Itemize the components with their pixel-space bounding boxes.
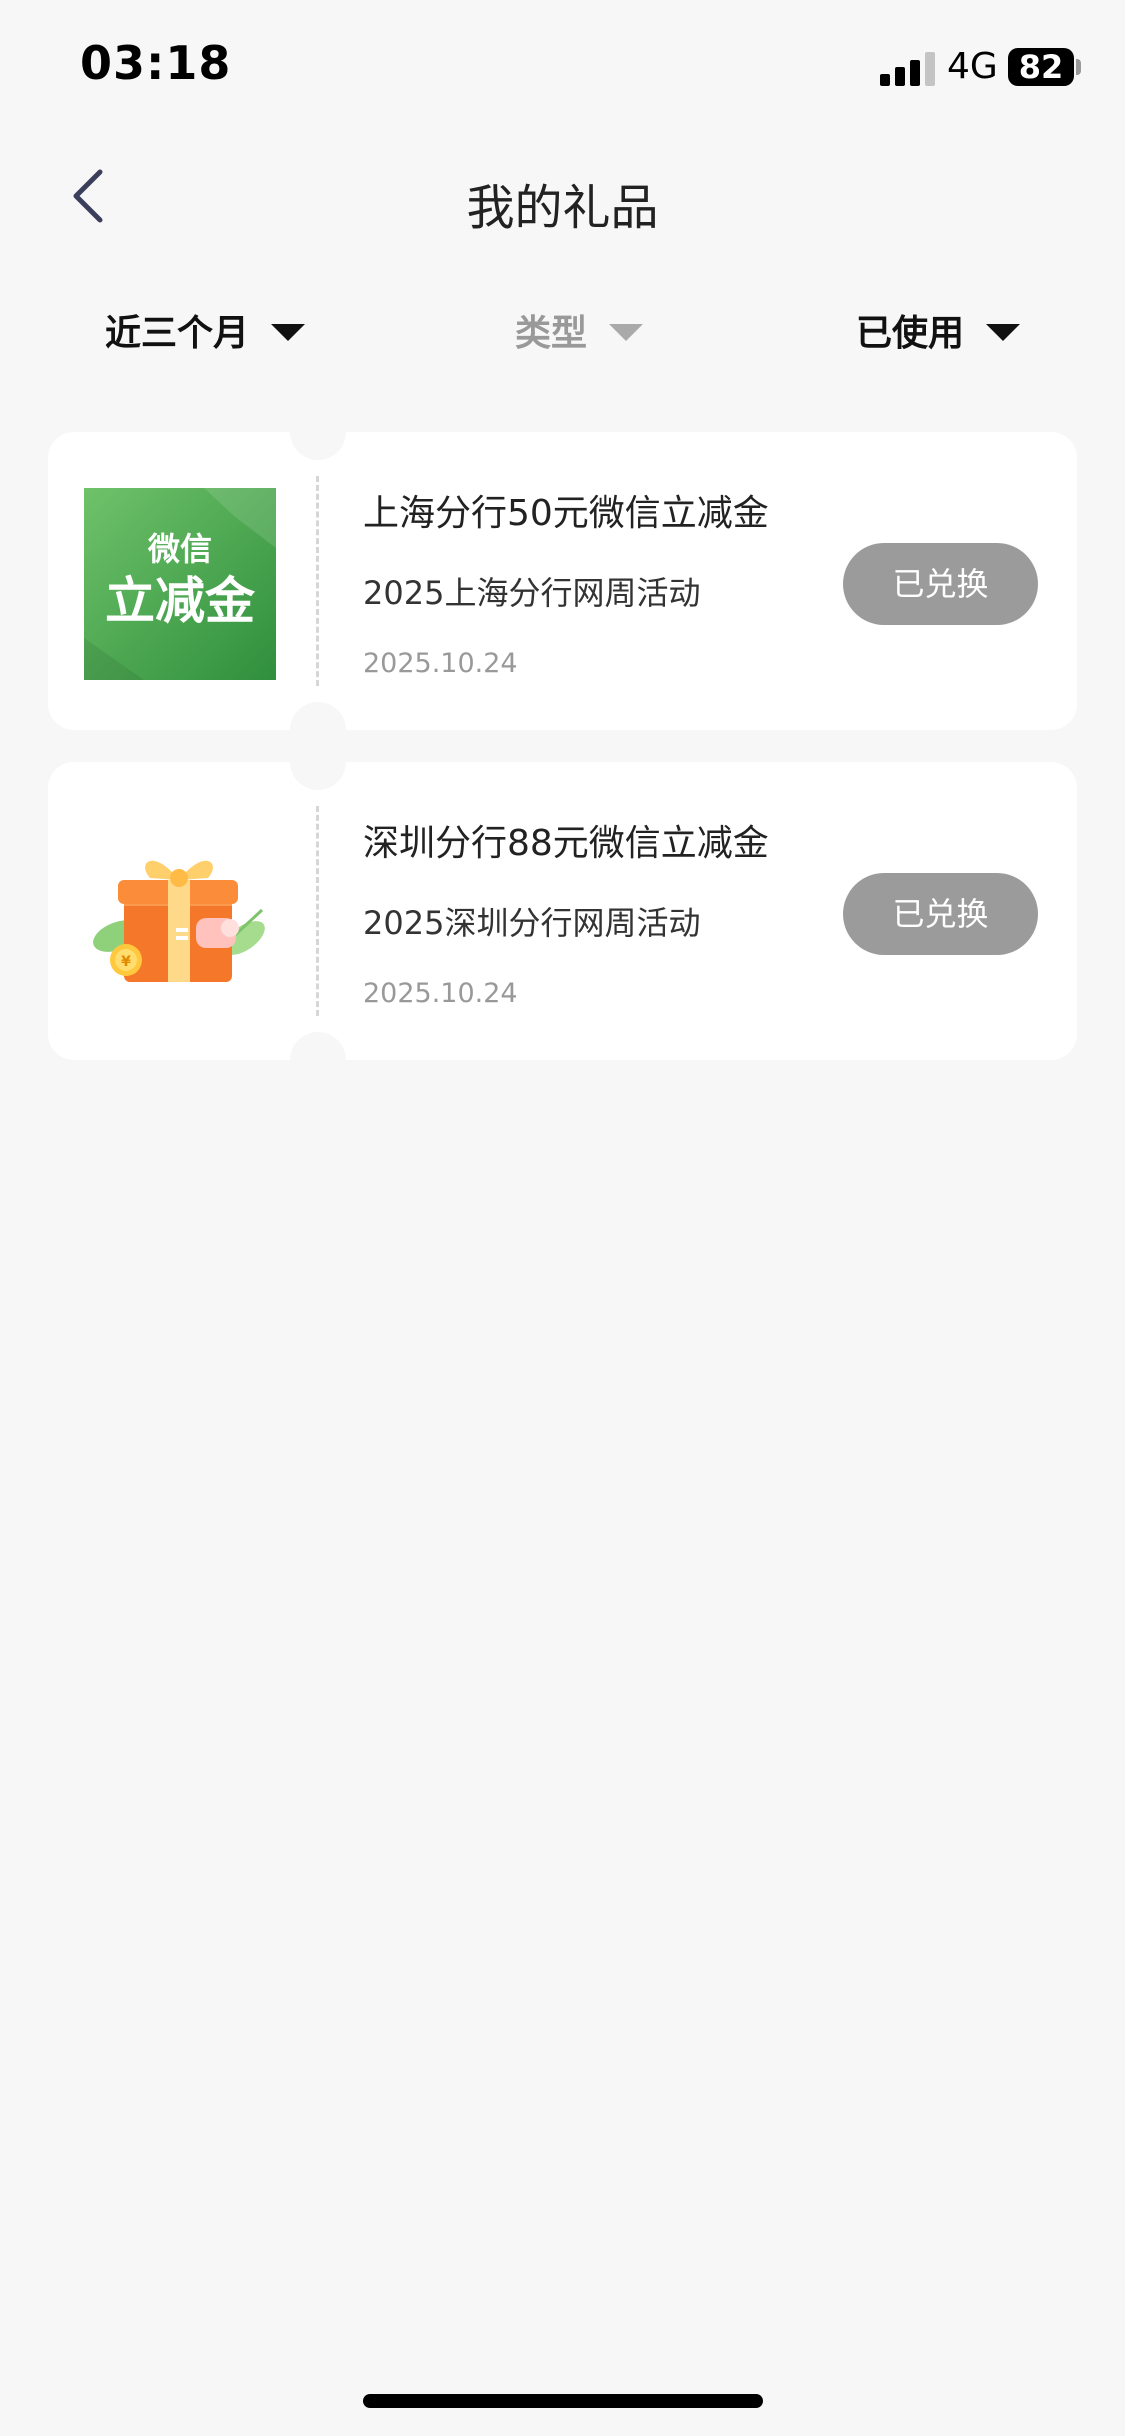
svg-text:¥: ¥ [121,954,131,970]
ticket-divider [316,806,319,1016]
redeemed-button[interactable]: 已兑换 [843,543,1038,625]
filter-time-range-label: 近三个月 [105,313,250,354]
caret-down-icon [986,323,1021,341]
battery-tip [1076,59,1081,75]
gift-card[interactable]: 微信 立减金 上海分行50元微信立减金 2025上海分行网周活动 2025.10… [48,404,1077,758]
redeemed-button[interactable]: 已兑换 [843,873,1038,955]
gift-card[interactable]: ¥ 深圳分行88元微信立减金 2025深圳分行网周活动 2025.10.24 已… [48,734,1077,1088]
ticket-divider [316,476,319,686]
status-time: 03:18 [80,36,232,90]
caret-down-icon [609,323,644,341]
filter-type[interactable]: 类型 [515,300,644,360]
gift-name: 上海分行50元微信立减金 [363,493,769,534]
home-indicator[interactable] [363,2394,763,2408]
ticket-notch [290,734,346,790]
gift-activity: 2025深圳分行网周活动 [363,904,701,942]
gift-box-icon: ¥ [93,860,265,982]
gift-activity: 2025上海分行网周活动 [363,574,701,612]
gift-date: 2025.10.24 [363,648,518,679]
filter-time-range[interactable]: 近三个月 [105,300,306,360]
filter-type-label: 类型 [515,313,588,354]
signal-bars-icon [880,52,935,86]
caret-down-icon [271,323,306,341]
filter-status-label: 已使用 [856,313,965,354]
gift-name: 深圳分行88元微信立减金 [363,823,769,864]
network-label: 4G [947,46,998,87]
thumb-line-1: 微信 [147,530,212,568]
filter-status[interactable]: 已使用 [856,300,1021,360]
wechat-coupon-thumbnail: 微信 立减金 [84,488,276,680]
ticket-notch [290,404,346,460]
page-title: 我的礼品 [466,180,659,236]
battery-indicator: 82 [1008,48,1074,86]
ticket-notch [290,1032,346,1088]
thumb-line-2: 立减金 [105,572,256,630]
status-bar: 03:18 4G 82 [0,0,1125,130]
gift-date: 2025.10.24 [363,978,518,1009]
